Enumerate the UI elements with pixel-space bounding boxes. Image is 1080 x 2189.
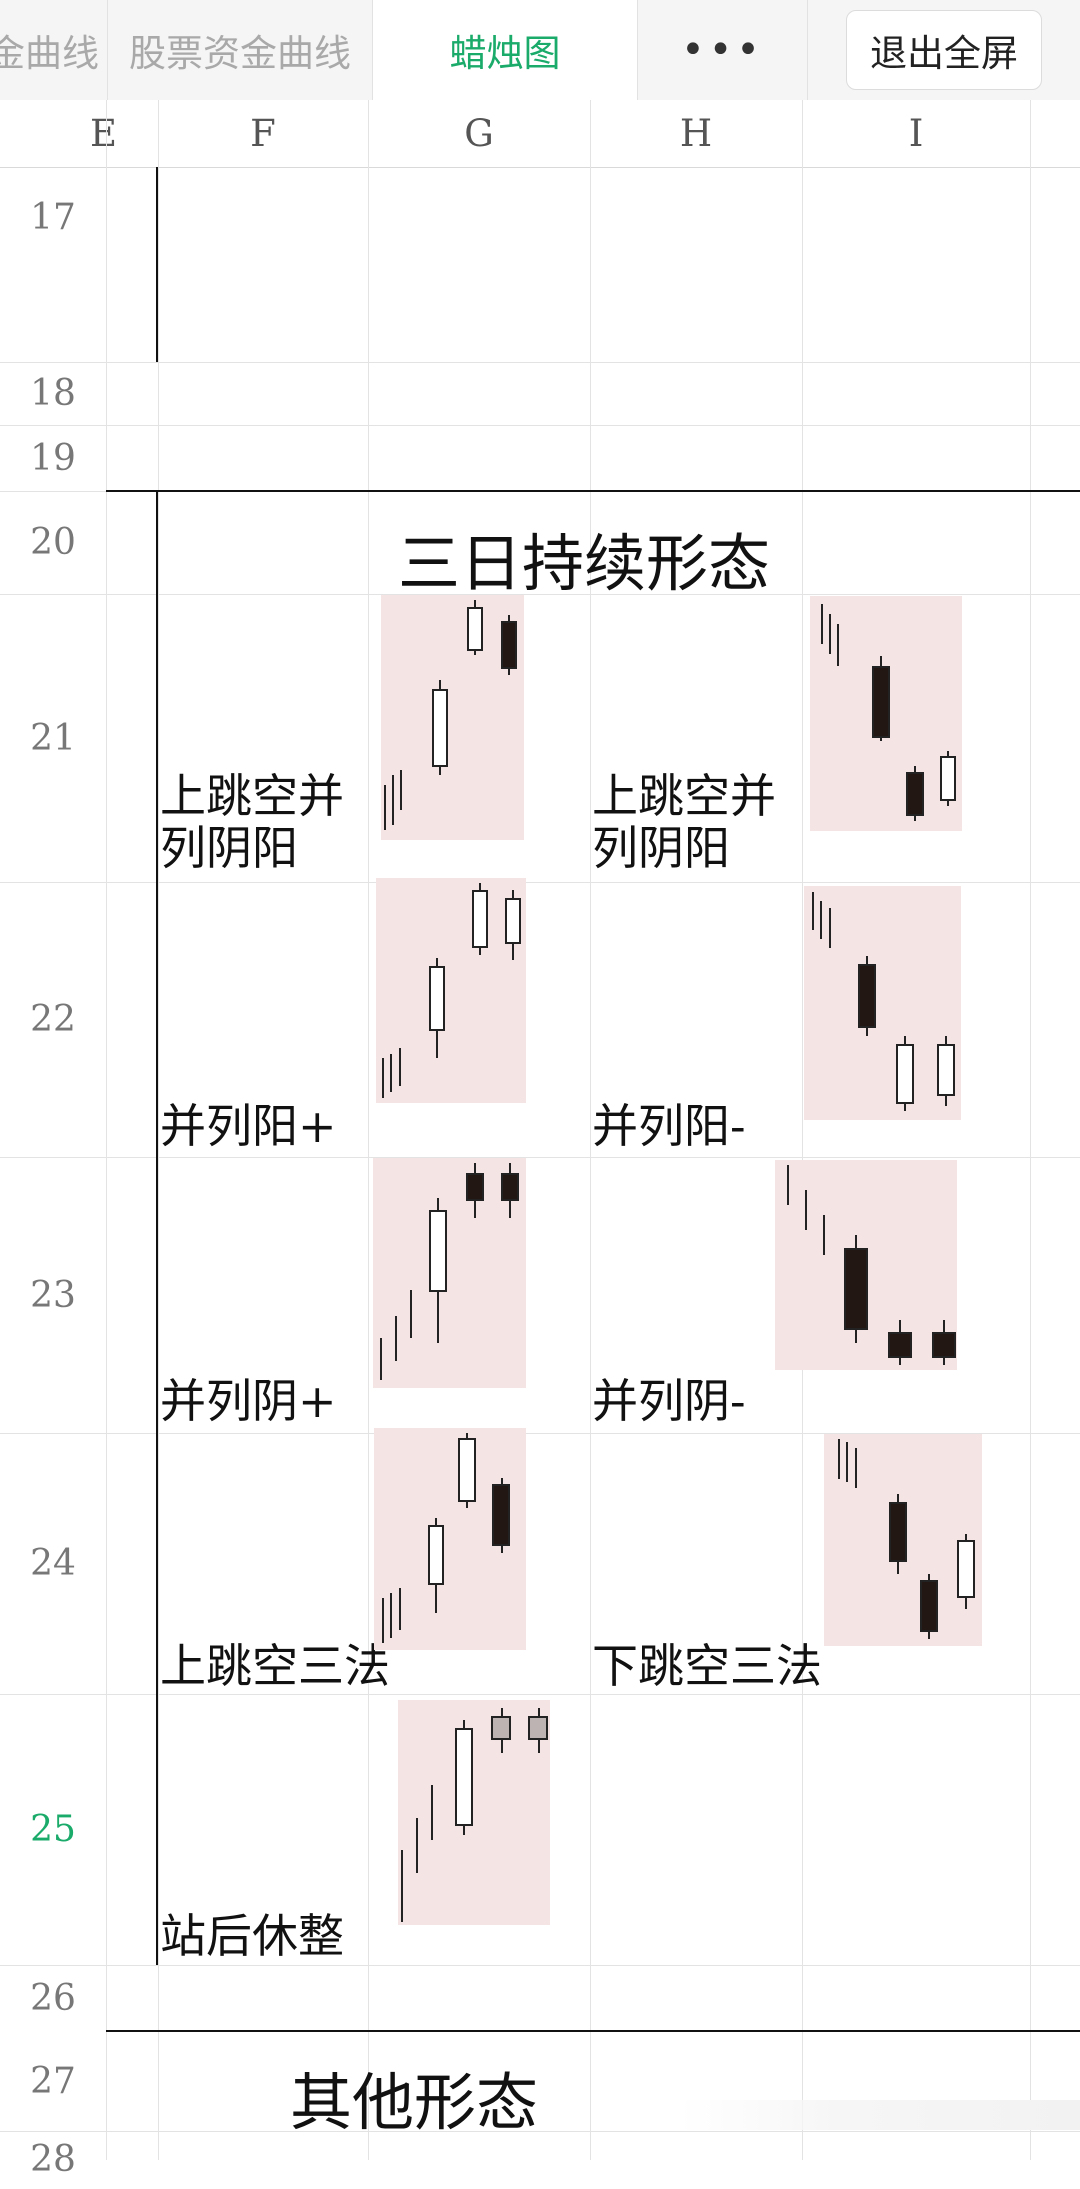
sheet-tab-bar: 金曲线 股票资金曲线 蜡烛图 ••• 退出全屏 — [0, 0, 1080, 101]
pattern-label: 上跳空并 列阴阳 — [160, 769, 344, 875]
row-header-27[interactable]: 27 — [0, 2031, 106, 2131]
col-divider — [802, 100, 803, 167]
candlestick-thumbnail — [804, 886, 961, 1120]
grid-row-line — [0, 882, 1080, 883]
column-header: E F G H I — [0, 100, 1080, 168]
column-header-h[interactable]: H — [590, 100, 802, 167]
col-divider — [106, 100, 107, 167]
row-header-20[interactable]: 20 — [0, 491, 106, 594]
tab-stock-fund-curve[interactable]: 股票资金曲线 — [108, 0, 373, 100]
row-header-divider — [106, 167, 107, 2160]
grid-row-line — [0, 1157, 1080, 1158]
row-header-26[interactable]: 26 — [0, 1965, 106, 2031]
candlestick-thumbnail — [376, 878, 526, 1103]
watermark-smear — [680, 2100, 1080, 2130]
candlestick-thumbnail — [824, 1434, 982, 1646]
pattern-label: 并列阴- — [592, 1374, 746, 1428]
candlestick-thumbnail — [374, 1428, 526, 1650]
candlestick-thumbnail — [373, 1158, 526, 1388]
row-header-22[interactable]: 22 — [0, 882, 106, 1157]
candlestick-thumbnail — [775, 1160, 957, 1370]
pattern-label: 下跳空三法 — [592, 1639, 822, 1693]
column-header-e[interactable]: E — [90, 100, 120, 167]
tab-candlestick[interactable]: 蜡烛图 — [373, 0, 638, 100]
section-title-other: 其他形态 — [290, 2066, 539, 2139]
column-header-i[interactable]: I — [802, 100, 1030, 167]
section-title: 三日持续形态 — [398, 527, 771, 600]
candlestick-thumbnail — [398, 1700, 550, 1925]
row-header-21[interactable]: 21 — [0, 594, 106, 882]
grid-column-line — [158, 167, 159, 2160]
candlestick-thumbnail — [381, 595, 524, 840]
col-divider — [158, 100, 159, 167]
pattern-label: 上跳空并 列阴阳 — [592, 769, 776, 875]
grid-column-line — [1030, 167, 1031, 2160]
table-border — [106, 2030, 1080, 2032]
row-header-17[interactable]: 17 — [0, 167, 106, 267]
grid-row-line — [0, 1965, 1080, 1966]
pattern-label: 站后休整 — [160, 1909, 344, 1963]
col-divider — [590, 100, 591, 167]
pattern-label: 并列阳- — [592, 1099, 746, 1153]
pattern-label: 并列阴+ — [160, 1374, 337, 1428]
grid-row-line — [0, 1694, 1080, 1695]
grid-row-line — [0, 2131, 1080, 2132]
row-header-23[interactable]: 23 — [0, 1157, 106, 1433]
grid-row-line — [0, 425, 1080, 426]
row-header-18[interactable]: 18 — [0, 362, 106, 425]
grid-row-line — [0, 362, 1080, 363]
row-header-19[interactable]: 19 — [0, 425, 106, 491]
tab-fund-curve[interactable]: 金曲线 — [0, 0, 108, 100]
table-border — [156, 491, 158, 1965]
column-header-f[interactable]: F — [158, 100, 368, 167]
col-divider — [368, 100, 369, 167]
col-divider — [1030, 100, 1031, 167]
pattern-label: 上跳空三法 — [160, 1639, 390, 1693]
exit-fullscreen-button[interactable]: 退出全屏 — [846, 10, 1042, 90]
grid-column-line — [590, 167, 591, 2160]
column-header-g[interactable]: G — [368, 100, 590, 167]
grid-column-line — [368, 167, 369, 2160]
pattern-label: 并列阳+ — [160, 1099, 337, 1153]
cell-border — [156, 167, 158, 362]
more-tabs-icon[interactable]: ••• — [638, 0, 808, 100]
row-header-28[interactable]: 28 — [0, 2131, 106, 2189]
row-header-25[interactable]: 25 — [0, 1694, 106, 1965]
candlestick-thumbnail — [810, 596, 962, 831]
row-header-24[interactable]: 24 — [0, 1433, 106, 1694]
table-border — [106, 490, 1080, 492]
